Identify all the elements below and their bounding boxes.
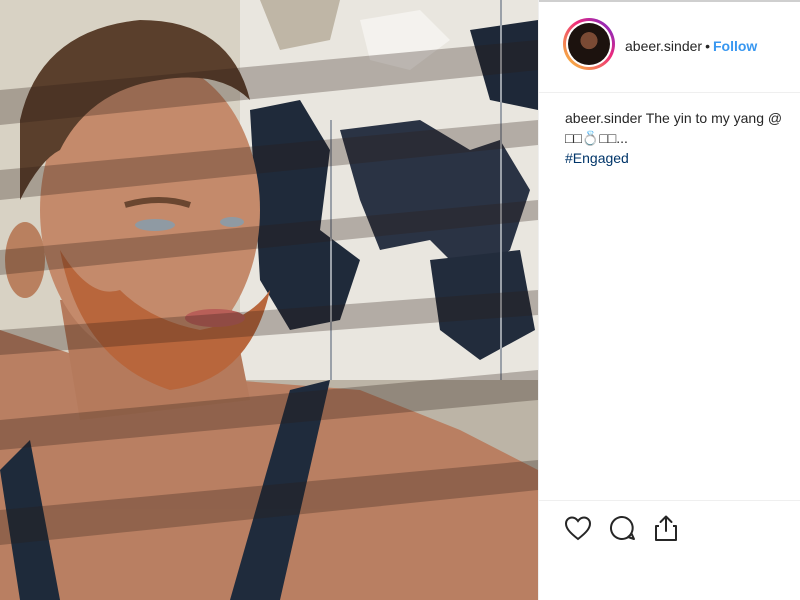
share-button[interactable] <box>651 513 681 543</box>
follow-button[interactable]: Follow <box>713 38 757 54</box>
caption-username[interactable]: abeer.sinder <box>565 110 642 126</box>
post-side-panel: abeer.sinder • Follow abeer.sinder The yin… <box>538 0 800 600</box>
post-caption: abeer.sinder The yin to my yang @ □□💍□□.… <box>565 108 800 168</box>
header-text: abeer.sinder • Follow <box>625 38 757 54</box>
avatar[interactable] <box>563 18 615 70</box>
share-icon <box>655 515 677 541</box>
heart-icon <box>564 516 592 541</box>
avatar-frame <box>566 21 612 67</box>
caption-hashtag-line: #Engaged <box>565 148 800 168</box>
username-link[interactable]: abeer.sinder <box>625 38 702 54</box>
comment-button[interactable] <box>607 513 637 543</box>
post-photo[interactable] <box>0 0 538 600</box>
hashtag-link[interactable]: #Engaged <box>565 150 629 166</box>
like-button[interactable] <box>563 513 593 543</box>
instagram-post: abeer.sinder • Follow abeer.sinder The yin… <box>0 0 800 600</box>
post-header: abeer.sinder • Follow <box>539 0 800 93</box>
caption-emoji-line: □□💍□□... <box>565 130 628 146</box>
separator-dot: • <box>705 38 710 54</box>
photo-illustration <box>0 0 538 600</box>
comment-icon <box>610 515 635 540</box>
post-actions <box>539 500 800 600</box>
caption-first-line: abeer.sinder The yin to my yang @ <box>565 108 800 128</box>
avatar-image <box>568 23 610 65</box>
caption-text: The yin to my yang @ <box>645 110 783 126</box>
